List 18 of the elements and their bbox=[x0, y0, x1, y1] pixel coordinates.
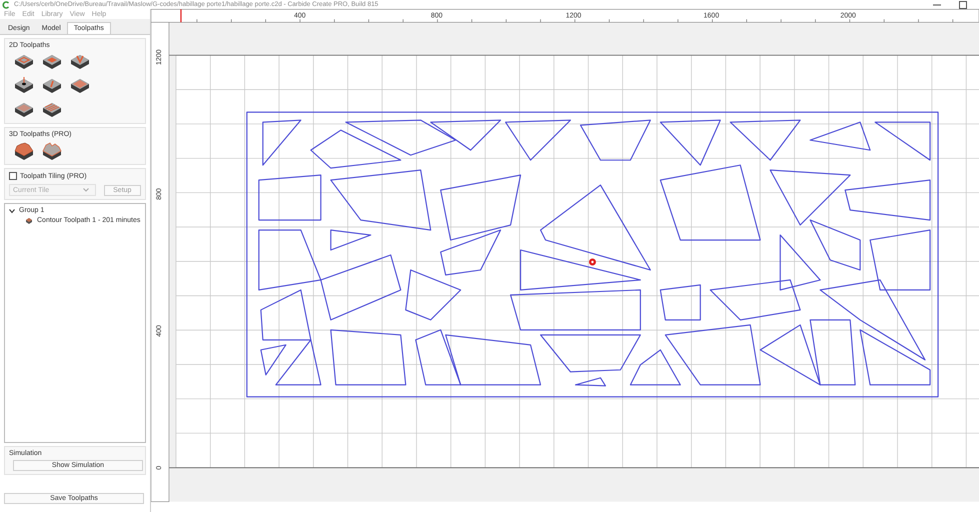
relief-block-icon[interactable] bbox=[41, 141, 63, 161]
block-outline-icon[interactable] bbox=[13, 52, 35, 72]
caret-icon[interactable] bbox=[9, 208, 15, 214]
relief-block-icon[interactable] bbox=[13, 141, 35, 161]
origin-marker-icon bbox=[588, 258, 596, 266]
block-icon[interactable] bbox=[13, 100, 35, 120]
block-slot-icon[interactable] bbox=[41, 76, 63, 96]
block-letter-icon[interactable] bbox=[69, 52, 91, 72]
block-texture-icon[interactable] bbox=[69, 76, 91, 96]
caret-icon bbox=[83, 188, 89, 192]
maximize-icon[interactable] bbox=[959, 0, 967, 8]
checkbox[interactable] bbox=[9, 172, 17, 180]
block-drill-icon[interactable] bbox=[13, 76, 35, 96]
block-icon bbox=[25, 217, 33, 224]
block-stripes-icon[interactable] bbox=[41, 100, 63, 120]
block-pocket-icon[interactable] bbox=[41, 52, 63, 72]
cursor-marker bbox=[180, 9, 182, 22]
app-icon bbox=[2, 0, 10, 8]
